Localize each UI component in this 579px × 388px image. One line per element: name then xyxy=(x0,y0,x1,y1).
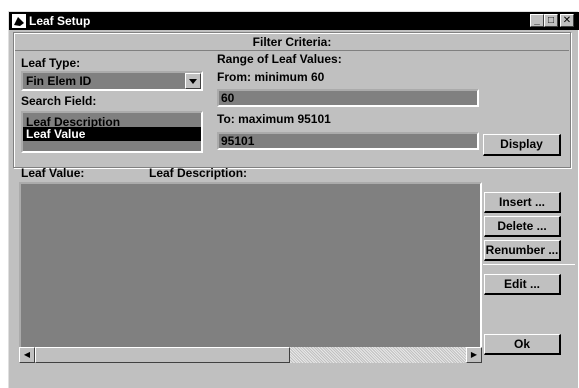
display-button[interactable]: Display xyxy=(483,134,561,156)
maximize-button[interactable]: □ xyxy=(544,14,558,27)
scroll-thumb[interactable] xyxy=(35,347,290,363)
search-field-label: Search Field: xyxy=(21,94,97,108)
filter-criteria-header: Filter Criteria: xyxy=(15,34,569,51)
close-button[interactable]: ✕ xyxy=(560,14,574,27)
scroll-right-arrow[interactable]: ▶ xyxy=(466,347,482,363)
delete-button-label: Delete ... xyxy=(497,219,547,233)
window-title: Leaf Setup xyxy=(29,14,91,28)
leaf-type-value: Fin Elem ID xyxy=(26,74,92,88)
insert-button[interactable]: Insert ... xyxy=(484,192,561,213)
from-value-field[interactable]: 60 xyxy=(217,89,479,107)
dropdown-button[interactable] xyxy=(185,73,201,89)
from-label: From: minimum 60 xyxy=(217,70,325,84)
leaf-value-column-header: Leaf Value: xyxy=(21,166,85,180)
minimize-button[interactable]: _ xyxy=(530,14,544,27)
to-value-field[interactable]: 95101 xyxy=(217,132,479,150)
insert-button-label: Insert ... xyxy=(498,195,545,209)
renumber-button-label: Renumber ... xyxy=(485,243,559,257)
horizontal-scrollbar[interactable]: ◀ ▶ xyxy=(19,347,482,363)
title-bar[interactable]: Leaf Setup _ □ ✕ xyxy=(9,12,579,30)
range-label: Range of Leaf Values: xyxy=(217,52,342,66)
leaf-type-dropdown[interactable]: Fin Elem ID xyxy=(21,71,203,91)
app-icon xyxy=(12,14,26,28)
leaf-setup-window: Leaf Setup _ □ ✕ Filter Criteria: Leaf T… xyxy=(8,11,579,388)
delete-button[interactable]: Delete ... xyxy=(484,216,561,237)
action-separator xyxy=(483,264,575,265)
leaf-description-column-header: Leaf Description: xyxy=(149,166,248,180)
ok-button[interactable]: Ok xyxy=(484,334,561,355)
renumber-button[interactable]: Renumber ... xyxy=(484,240,561,261)
to-label: To: maximum 95101 xyxy=(217,112,331,126)
list-item-leaf-value[interactable]: Leaf Value xyxy=(23,127,201,141)
ok-button-label: Ok xyxy=(513,337,530,351)
search-field-list[interactable]: Leaf Description Leaf Value xyxy=(21,111,203,153)
leaf-results-list[interactable] xyxy=(19,182,482,363)
edit-button-label: Edit ... xyxy=(504,277,540,291)
edit-button[interactable]: Edit ... xyxy=(484,274,561,295)
chevron-down-icon xyxy=(189,79,197,84)
leaf-type-label: Leaf Type: xyxy=(21,56,81,70)
scroll-left-arrow[interactable]: ◀ xyxy=(19,347,35,363)
